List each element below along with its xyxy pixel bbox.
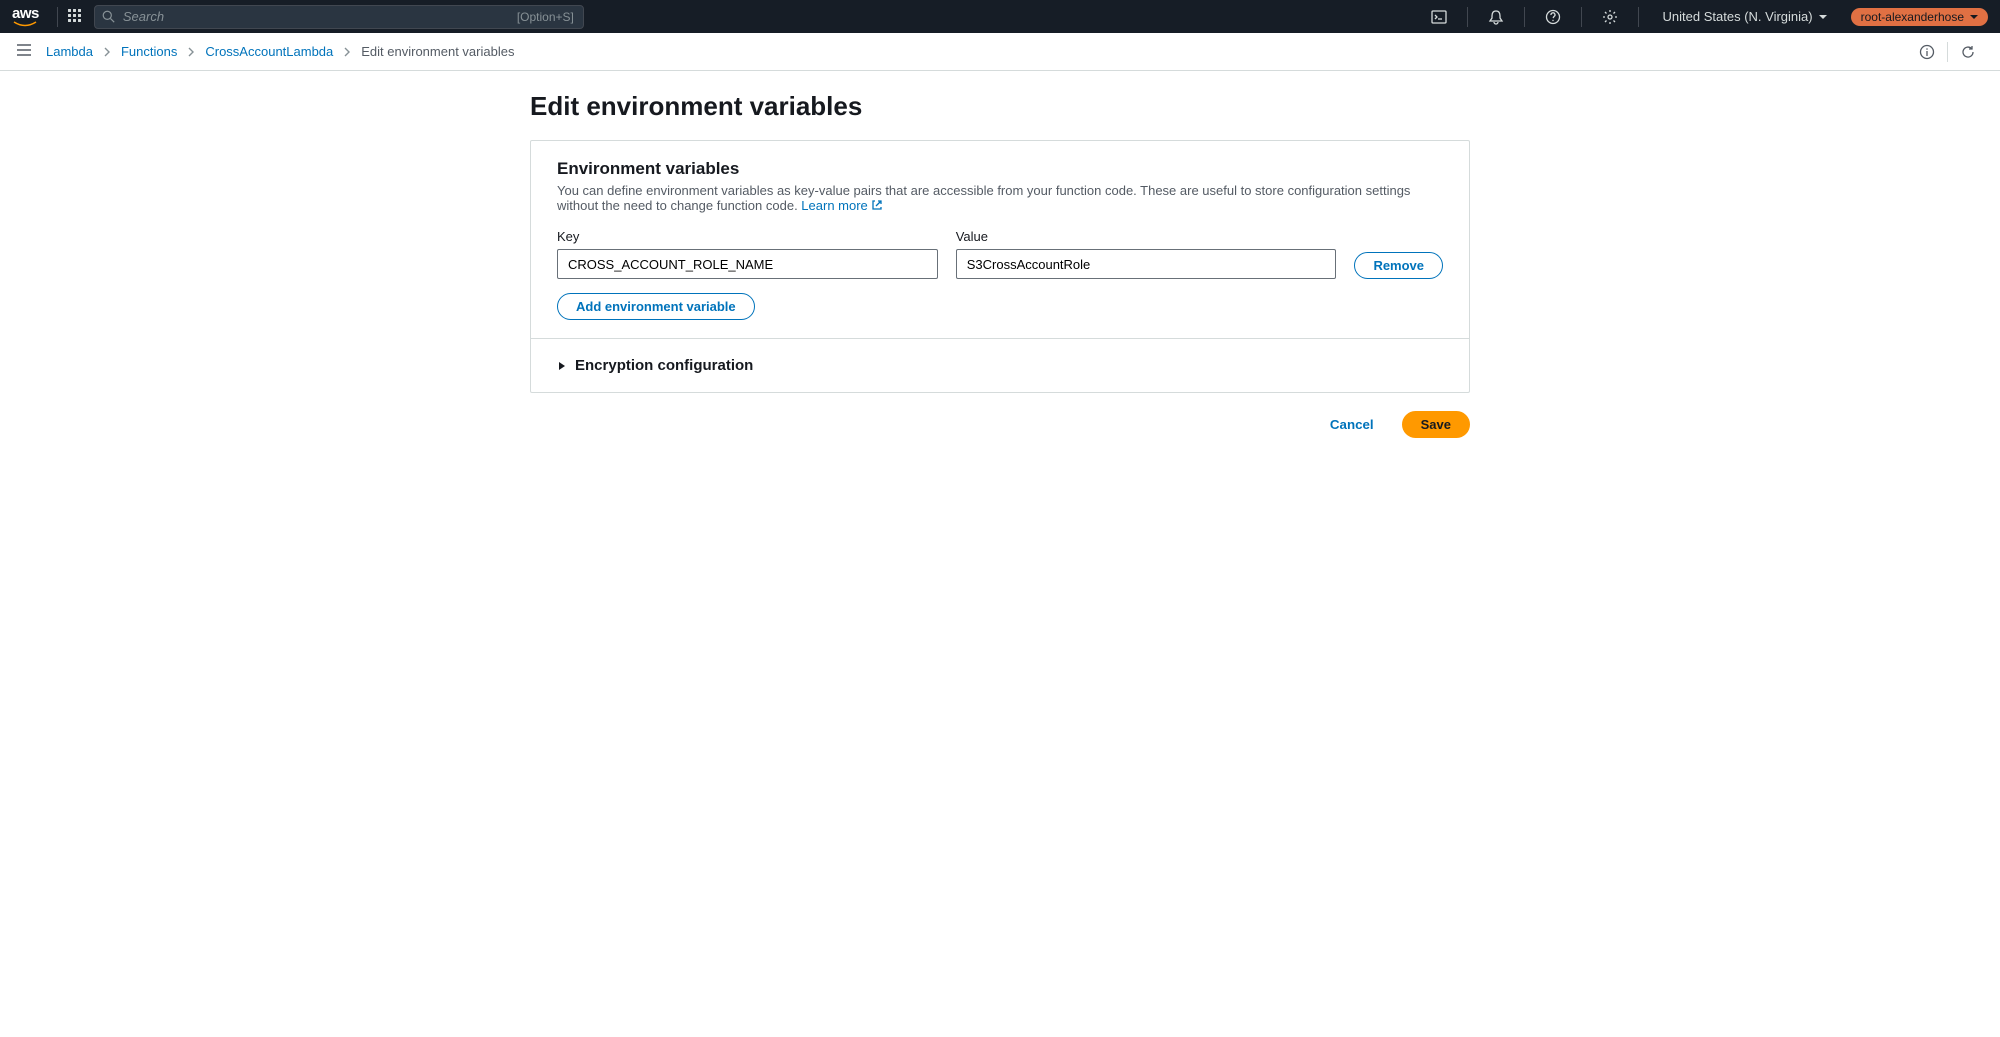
save-button[interactable]: Save	[1402, 411, 1470, 438]
menu-icon[interactable]	[16, 42, 32, 61]
breadcrumb-function-name[interactable]: CrossAccountLambda	[205, 44, 333, 59]
encryption-section: Encryption configuration	[531, 339, 1469, 392]
refresh-icon[interactable]	[1952, 44, 1984, 60]
nav-divider	[1581, 7, 1582, 27]
chevron-right-icon	[103, 47, 111, 57]
nav-divider	[1524, 7, 1525, 27]
info-icon[interactable]	[1911, 44, 1943, 60]
breadcrumb-functions[interactable]: Functions	[121, 44, 177, 59]
env-vars-panel: Environment variables You can define env…	[530, 140, 1470, 393]
breadcrumb-current: Edit environment variables	[361, 44, 514, 59]
encryption-label: Encryption configuration	[575, 357, 753, 374]
remove-button[interactable]: Remove	[1354, 252, 1443, 279]
region-selector[interactable]: United States (N. Virginia)	[1649, 9, 1841, 24]
env-vars-section: Environment variables You can define env…	[531, 141, 1469, 338]
user-menu[interactable]: root-alexanderhose	[1851, 8, 1988, 26]
services-grid-icon[interactable]	[68, 9, 84, 25]
help-icon[interactable]	[1535, 0, 1571, 33]
section-title: Environment variables	[557, 159, 1443, 179]
encryption-toggle[interactable]: Encryption configuration	[557, 357, 1443, 374]
caret-right-icon	[557, 361, 567, 371]
value-field-group: Value	[956, 229, 1337, 279]
sub-nav-divider	[1947, 42, 1948, 62]
caret-down-icon	[1970, 15, 1978, 19]
section-desc: You can define environment variables as …	[557, 183, 1443, 213]
top-nav: aws [Option+S] United States (N. Virgini…	[0, 0, 2000, 33]
aws-logo[interactable]: aws	[12, 6, 39, 27]
env-value-input[interactable]	[956, 249, 1337, 279]
search-container: [Option+S]	[94, 5, 584, 29]
search-icon	[102, 10, 115, 23]
breadcrumb-bar: Lambda Functions CrossAccountLambda Edit…	[0, 33, 2000, 71]
nav-divider	[57, 7, 58, 27]
cloudshell-icon[interactable]	[1421, 0, 1457, 33]
value-label: Value	[956, 229, 1337, 244]
settings-icon[interactable]	[1592, 0, 1628, 33]
chevron-right-icon	[187, 47, 195, 57]
cancel-button[interactable]: Cancel	[1312, 411, 1392, 438]
search-input[interactable]	[94, 5, 584, 29]
breadcrumb: Lambda Functions CrossAccountLambda Edit…	[46, 44, 514, 59]
caret-down-icon	[1819, 15, 1827, 19]
learn-more-link[interactable]: Learn more	[801, 198, 882, 213]
env-var-row: Key Value Remove	[557, 229, 1443, 279]
main-content: Edit environment variables Environment v…	[270, 71, 1730, 458]
aws-logo-text: aws	[12, 6, 39, 21]
learn-more-text: Learn more	[801, 198, 867, 213]
key-label: Key	[557, 229, 938, 244]
notifications-icon[interactable]	[1478, 0, 1514, 33]
external-link-icon	[871, 199, 883, 211]
nav-divider	[1467, 7, 1468, 27]
key-field-group: Key	[557, 229, 938, 279]
env-key-input[interactable]	[557, 249, 938, 279]
actions-row: Cancel Save	[530, 411, 1470, 438]
search-shortcut-hint: [Option+S]	[517, 10, 574, 24]
breadcrumb-lambda[interactable]: Lambda	[46, 44, 93, 59]
nav-divider	[1638, 7, 1639, 27]
page-title: Edit environment variables	[530, 91, 1470, 122]
user-label: root-alexanderhose	[1861, 10, 1964, 24]
chevron-right-icon	[343, 47, 351, 57]
nav-right: United States (N. Virginia) root-alexand…	[1421, 0, 1988, 33]
section-desc-text: You can define environment variables as …	[557, 183, 1410, 213]
aws-smile-icon	[13, 21, 37, 27]
add-env-var-button[interactable]: Add environment variable	[557, 293, 755, 320]
region-label: United States (N. Virginia)	[1663, 9, 1813, 24]
